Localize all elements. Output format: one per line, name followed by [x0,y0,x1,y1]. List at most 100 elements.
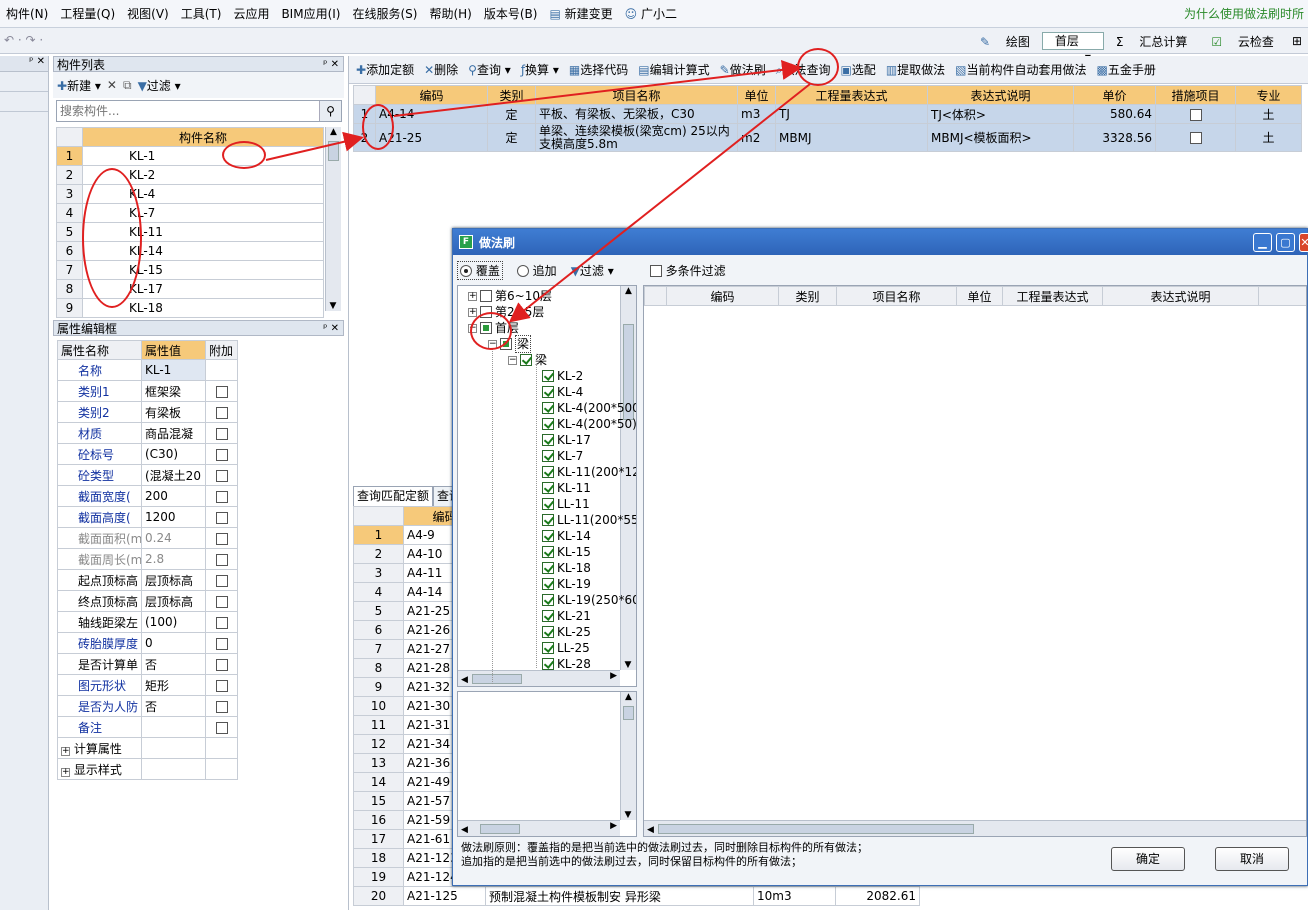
checkbox-icon[interactable] [1189,132,1202,144]
property-extra-cell[interactable] [205,695,238,717]
menu-item-help[interactable]: 帮助(H) [423,0,477,27]
select-code-button[interactable]: ▦选择代码 [566,61,631,78]
expression-cell[interactable]: MBMJ [775,123,928,152]
col-measure[interactable]: 措施项目 [1155,85,1236,105]
tree-node-beam[interactable]: − 梁 [508,352,547,368]
collapse-icon[interactable]: − [508,355,517,365]
property-group-cell[interactable]: + 显示样式 [57,758,142,780]
major-cell[interactable]: 土 [1235,104,1302,124]
cloud-check-button[interactable]: ☑ 云检查 [1199,33,1286,50]
checkbox-icon[interactable] [215,511,228,524]
minimize-button[interactable]: ▁ [1253,233,1272,252]
property-row[interactable]: + 显示样式 [57,758,238,780]
scroll-thumb[interactable] [623,706,634,720]
checkbox-icon[interactable] [542,514,554,526]
tree-node-leaf[interactable]: KL-2 [542,368,583,384]
hardware-handbook-button[interactable]: ▩五金手册 [1094,61,1159,78]
tree-node-leaf[interactable]: KL-14 [542,528,591,544]
checkbox-icon[interactable] [215,553,228,566]
checkbox-icon[interactable] [542,418,554,430]
property-value-cell[interactable]: (混凝土20 [141,464,206,486]
checkbox-icon[interactable] [542,562,554,574]
checkbox-icon[interactable] [542,450,554,462]
search-icon[interactable]: ⚲ [319,101,341,121]
property-row[interactable]: 截面宽度(200 [57,485,238,507]
property-value-cell[interactable]: 0 [141,632,206,654]
tree-node-leaf[interactable]: KL-4(200*50) [542,416,636,432]
tree-hscroll[interactable]: ◀ ▶ [458,670,620,686]
expression-cell[interactable]: TJ [775,104,928,124]
property-row[interactable]: 名称 KL-1 [57,359,238,381]
scroll-up-icon[interactable]: ▲ [621,692,636,706]
expand-icon[interactable]: + [468,291,477,301]
property-row[interactable]: 类别2 有梁板 [57,401,238,423]
menu-item-online[interactable]: 在线服务(S) [346,0,423,27]
property-row[interactable]: 砖胎膜厚度 0 [57,632,238,654]
cover-radio[interactable]: 覆盖 [457,260,503,280]
checkbox-icon[interactable] [542,610,554,622]
add-quota-button[interactable]: ✚添加定额 [353,61,417,78]
tree-node-leaf[interactable]: KL-17 [542,432,591,448]
table-row[interactable]: 1 A4-14 定平板、有梁板、无梁板，C30 m3 TJ TJ<体积> 580.64 土 [353,104,1302,124]
tree-node-leaf[interactable]: KL-21 [542,608,591,624]
target-col-expr[interactable]: 工程量表达式 [1002,286,1103,306]
property-row[interactable]: 起点顶标高 层顶标高 [57,569,238,591]
menu-item-view[interactable]: 视图(V) [121,0,175,27]
checkbox-icon[interactable] [542,498,554,510]
property-extra-cell[interactable] [205,485,238,507]
checkbox-icon[interactable] [215,448,228,461]
checkbox-icon[interactable] [542,594,554,606]
tree-node-floor-6-10[interactable]: + 第6~10层 [468,288,552,304]
target-col-desc[interactable]: 表达式说明 [1102,286,1259,306]
property-value-cell[interactable]: 1200 [141,506,206,528]
dialog-title-bar[interactable]: F 做法刷 [453,229,1307,255]
property-row[interactable]: 是否为人防否 [57,695,238,717]
property-extra-cell[interactable] [205,506,238,528]
tree-node-leaf[interactable]: KL-11(200*12 [542,464,636,480]
property-row[interactable]: 轴线距梁左 (100) [57,611,238,633]
copy-icon[interactable]: ⧉ [123,78,132,93]
tree-node-leaf[interactable]: KL-18 [542,560,591,576]
property-value-cell[interactable]: 商品混凝 [141,422,206,444]
col-major[interactable]: 专业 [1235,85,1302,105]
table-row[interactable]: 9 KL-18 [56,298,324,318]
checkbox-icon[interactable] [215,427,228,440]
target-col-type[interactable]: 类别 [778,286,837,306]
unit-cell[interactable]: m2 [737,123,776,152]
checkbox-icon[interactable] [542,386,554,398]
sum-calc-button[interactable]: Σ 汇总计算 [1104,33,1199,50]
property-extra-cell[interactable] [205,443,238,465]
checkbox-icon[interactable] [542,546,554,558]
expand-icon[interactable]: + [468,307,477,317]
scroll-up-icon[interactable]: ▲ [621,286,636,300]
checkbox-icon[interactable] [215,574,228,587]
checkbox-icon[interactable] [1189,108,1202,121]
target-hscroll[interactable]: ◀ [644,820,1306,836]
menu-item-component[interactable]: 构件(N) [0,0,54,27]
property-value-cell[interactable]: 层顶标高 [141,569,206,591]
property-extra-cell[interactable] [205,548,238,570]
checkbox-icon[interactable] [215,679,228,692]
property-row[interactable]: 材质 商品混凝 [57,422,238,444]
match-name-cell[interactable]: 预制混凝土构件模板制安 异形梁 [485,886,754,906]
col-item-name[interactable]: 项目名称 [535,85,738,105]
checkbox-icon[interactable] [215,700,228,713]
property-extra-cell[interactable] [205,611,238,633]
property-row[interactable]: 砼类型 (混凝土20 [57,464,238,486]
target-col-unit[interactable]: 单位 [956,286,1003,306]
type-cell[interactable]: 定 [487,123,536,152]
checkbox-icon[interactable] [215,721,228,734]
property-value-cell[interactable]: 框架梁 [141,380,206,402]
pin-icon[interactable]: ᵖ [323,323,327,334]
maximize-button[interactable]: ▢ [1276,233,1295,252]
target-col-price[interactable]: 单价 [1258,286,1306,306]
checkbox-icon[interactable] [542,530,554,542]
new-component-button[interactable]: ✚新建 ▾ [57,77,101,94]
expand-icon[interactable]: + [61,767,70,777]
property-extra-cell[interactable] [205,674,238,696]
checkbox-icon[interactable] [215,637,228,650]
property-extra-cell[interactable] [205,401,238,423]
selection-vscroll[interactable]: ▲ ▼ [620,692,636,820]
close-icon[interactable]: ✕ [331,323,339,334]
expression-desc-cell[interactable]: MBMJ<模板面积> [927,123,1074,152]
